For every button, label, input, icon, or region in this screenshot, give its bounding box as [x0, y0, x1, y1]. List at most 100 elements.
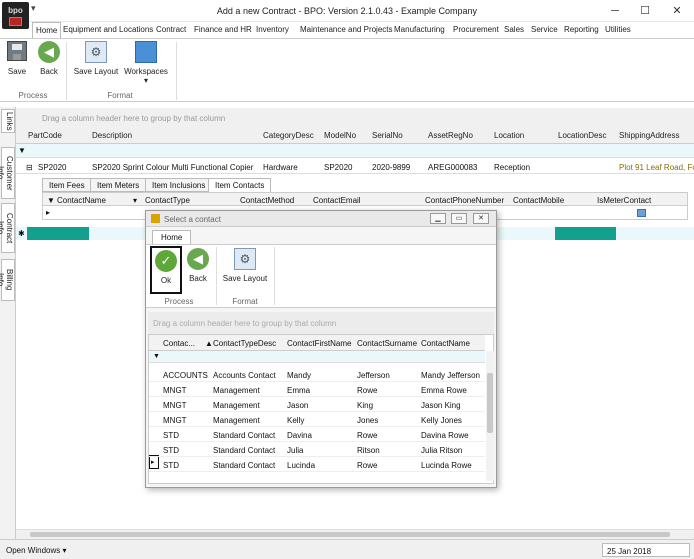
menu-utilities[interactable]: Utilities	[605, 25, 631, 34]
col-contactmethod[interactable]: ContactMethod	[240, 196, 294, 205]
dialog-back-button[interactable]: ◀ Back	[184, 248, 212, 283]
table-cell: MNGT	[163, 416, 187, 425]
side-tab-contract-info[interactable]: Contract Info	[0, 203, 15, 253]
table-row[interactable]: ⊟ SP2020 SP2020 Sprint Colour Multi Func…	[16, 160, 694, 174]
col-contacttype[interactable]: Contac...	[163, 339, 195, 348]
side-tab-customer-info[interactable]: Customer Info	[0, 147, 15, 199]
dialog-save-layout-button[interactable]: ⚙ Save Layout	[220, 248, 270, 283]
menu-procurement[interactable]: Procurement	[453, 25, 499, 34]
side-tab-billing-info[interactable]: Billing Info	[0, 259, 15, 301]
table-cell: Lucinda Rowe	[421, 461, 472, 470]
grid-header: PartCode Description CategoryDesc ModelN…	[16, 128, 694, 144]
group-by-panel[interactable]: Drag a column header here to group by th…	[16, 108, 694, 128]
table-cell: Jefferson	[357, 371, 390, 380]
scroll-thumb[interactable]	[487, 373, 493, 433]
scroll-thumb[interactable]	[30, 532, 670, 537]
ok-button[interactable]: ✓ Ok	[150, 246, 182, 294]
col-shippingaddress[interactable]: ShippingAddress	[619, 131, 679, 140]
save-button[interactable]: Save	[4, 41, 30, 76]
menu-inventory[interactable]: Inventory	[256, 25, 289, 34]
table-cell: ACCOUNTS	[163, 371, 208, 380]
col-contactphonenumber[interactable]: ContactPhoneNumber	[425, 196, 504, 205]
checkmark-icon: ✓	[155, 250, 177, 272]
workspaces-icon	[135, 41, 157, 63]
dialog-maximize-button[interactable]: ▭	[451, 213, 467, 224]
save-layout-icon: ⚙	[234, 248, 256, 270]
menu-manufacturing[interactable]: Manufacturing	[394, 25, 445, 34]
menu-contract[interactable]: Contract	[156, 25, 186, 34]
dialog-close-button[interactable]: ✕	[473, 213, 489, 224]
menu-home[interactable]: Home	[32, 22, 62, 39]
col-contactemail[interactable]: ContactEmail	[313, 196, 361, 205]
col-contacttypedesc[interactable]: ContactTypeDesc	[213, 339, 276, 348]
table-cell: Standard Contact	[213, 446, 276, 455]
horizontal-scrollbar[interactable]	[16, 529, 694, 539]
col-contactname[interactable]: ContactName	[421, 339, 470, 348]
vertical-scrollbar[interactable]	[486, 351, 494, 481]
col-categorydesc[interactable]: CategoryDesc	[263, 131, 314, 140]
col-contacttype[interactable]: ContactType	[145, 196, 190, 205]
cell-shippingaddress: Plot 91 Leaf Road, Fo	[619, 163, 694, 172]
dialog-icon	[151, 214, 160, 223]
tab-item-meters[interactable]: Item Meters	[90, 178, 147, 192]
dialog-group-by-panel[interactable]: Drag a column header here to group by th…	[148, 312, 494, 334]
menu-finance[interactable]: Finance and HR	[194, 25, 252, 34]
col-contactfirstname[interactable]: ContactFirstName	[287, 339, 351, 348]
table-cell: Management	[213, 401, 260, 410]
window-title: Add a new Contract - BPO: Version 2.1.0.…	[216, 6, 478, 16]
cell-assetregno: AREG000083	[428, 163, 478, 172]
save-layout-button[interactable]: ⚙ Save Layout	[72, 41, 120, 76]
workspaces-button[interactable]: Workspaces ▾	[122, 41, 170, 85]
ribbon-separator	[176, 42, 177, 100]
col-location[interactable]: Location	[494, 131, 524, 140]
table-cell: MNGT	[163, 386, 187, 395]
ribbon-separator	[216, 247, 217, 305]
menu-reporting[interactable]: Reporting	[564, 25, 599, 34]
tab-item-inclusions[interactable]: Item Inclusions	[145, 178, 213, 192]
maximize-button[interactable]: ☐	[630, 2, 660, 20]
filter-row[interactable]: ▼	[16, 144, 694, 158]
workspaces-label: Workspaces	[124, 67, 168, 76]
col-ismetercontact[interactable]: IsMeterContact	[597, 196, 651, 205]
tab-item-fees[interactable]: Item Fees	[42, 178, 92, 192]
menu-sales[interactable]: Sales	[504, 25, 524, 34]
status-bar: Open Windows ▾ 25 Jan 2018	[0, 539, 694, 559]
tab-item-contacts[interactable]: Item Contacts	[208, 178, 272, 192]
col-locationdesc[interactable]: LocationDesc	[558, 131, 606, 140]
col-assetregno[interactable]: AssetRegNo	[428, 131, 473, 140]
menu-equipment[interactable]: Equipment and Locations	[63, 25, 153, 34]
col-contactname[interactable]: ContactName	[57, 196, 106, 205]
menu-service[interactable]: Service	[531, 25, 558, 34]
table-cell: Rowe	[357, 431, 378, 440]
date-field[interactable]: 25 Jan 2018	[602, 543, 690, 557]
table-cell: Julia	[287, 446, 304, 455]
col-serialno[interactable]: SerialNo	[372, 131, 403, 140]
back-arrow-icon: ◀	[187, 248, 209, 270]
col-description[interactable]: Description	[92, 131, 132, 140]
col-contactsurname[interactable]: ContactSurname	[357, 339, 417, 348]
col-partcode[interactable]: PartCode	[28, 131, 62, 140]
format-group-label: Format	[107, 91, 133, 100]
side-tab-links[interactable]: Links	[1, 109, 15, 133]
back-button[interactable]: ◀ Back	[36, 41, 62, 76]
dialog-tab-home[interactable]: Home	[152, 230, 192, 244]
checkbox-icon[interactable]	[637, 209, 646, 217]
table-cell: STD	[163, 431, 179, 440]
save-label: Save	[7, 67, 27, 76]
minimize-button[interactable]: ─	[600, 2, 630, 20]
col-contactmobile[interactable]: ContactMobile	[513, 196, 564, 205]
close-button[interactable]: ✕	[662, 2, 692, 20]
expand-icon[interactable]: ⊟	[26, 163, 33, 172]
open-windows-button[interactable]: Open Windows ▾	[6, 546, 66, 555]
col-modelno[interactable]: ModelNo	[324, 131, 356, 140]
sort-asc-icon: ▲	[205, 339, 213, 348]
dialog-minimize-button[interactable]: ▁	[430, 213, 446, 224]
ribbon-separator	[274, 247, 275, 305]
save-layout-icon: ⚙	[85, 41, 107, 63]
table-cell: Davina	[287, 431, 312, 440]
filter-row[interactable]	[149, 351, 485, 363]
table-cell: King	[357, 401, 374, 410]
save-layout-label: Save Layout	[73, 67, 119, 76]
process-group-label: Process	[18, 91, 48, 100]
menu-maintenance[interactable]: Maintenance and Projects	[300, 25, 393, 34]
